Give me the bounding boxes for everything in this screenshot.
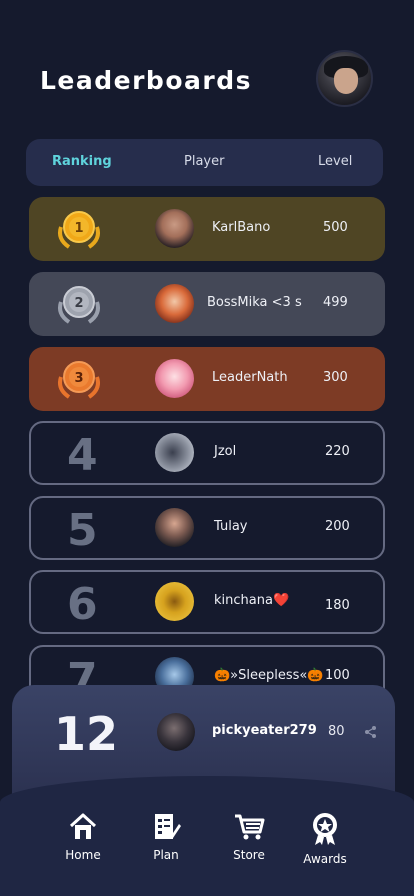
rank-number: 6 — [67, 579, 98, 630]
nav-label-awards: Awards — [303, 852, 347, 866]
profile-avatar[interactable] — [316, 50, 373, 107]
player-avatar — [155, 359, 194, 398]
level-column-header: Level — [318, 154, 353, 169]
player-level: 200 — [325, 519, 350, 534]
player-name: LeaderNath — [212, 370, 288, 385]
silver-medal-icon: 2 — [58, 286, 100, 324]
player-name: Jzol — [214, 444, 237, 459]
rank-number: 4 — [67, 430, 98, 481]
bronze-medal-icon: 3 — [58, 361, 100, 399]
nav-item-awards[interactable]: Awards — [290, 812, 360, 866]
award-icon — [313, 813, 337, 845]
nav-item-store[interactable]: Store — [214, 812, 284, 862]
page-title: Leaderboards — [40, 66, 252, 95]
player-name: Tulay — [214, 519, 248, 534]
leaderboard-row[interactable]: 5 Tulay 200 — [29, 496, 385, 560]
player-avatar — [155, 433, 194, 472]
player-avatar — [155, 508, 194, 547]
player-name: kinchana❤️ — [214, 593, 290, 608]
player-avatar — [155, 582, 194, 621]
leaderboard-row[interactable]: 3 LeaderNath 300 — [29, 347, 385, 411]
player-name: KarlBano — [212, 220, 271, 235]
player-level: 100 — [325, 668, 350, 683]
player-level: 220 — [325, 444, 350, 459]
table-header: Ranking Player Level — [26, 139, 383, 186]
home-icon — [69, 813, 97, 839]
my-level: 80 — [328, 724, 345, 739]
svg-text:2: 2 — [74, 296, 83, 311]
rank-number: 5 — [67, 505, 98, 556]
nav-label-store: Store — [233, 848, 265, 862]
nav-label-plan: Plan — [153, 848, 179, 862]
nav-item-home[interactable]: Home — [48, 812, 118, 862]
player-name: 🎃»Sleepless«🎃 — [214, 668, 324, 683]
my-avatar — [157, 713, 195, 751]
nav-item-plan[interactable]: Plan — [131, 812, 201, 862]
player-level: 300 — [323, 370, 348, 385]
leaderboard-row[interactable]: 1 KarlBano 500 — [29, 197, 385, 261]
cart-icon — [235, 814, 265, 840]
player-column-header: Player — [184, 154, 225, 169]
ranking-column-header[interactable]: Ranking — [52, 154, 112, 169]
nav-label-home: Home — [65, 848, 101, 862]
svg-text:1: 1 — [74, 221, 83, 236]
svg-text:3: 3 — [74, 371, 83, 386]
player-avatar — [155, 209, 194, 248]
player-level: 180 — [325, 598, 350, 613]
leaderboard-row[interactable]: 4 Jzol 220 — [29, 421, 385, 485]
leaderboard-row[interactable]: 6 kinchana❤️ 180 — [29, 570, 385, 634]
leaderboard-row[interactable]: 2 BossMika <3 s 499 — [29, 272, 385, 336]
gold-medal-icon: 1 — [58, 211, 100, 249]
player-level: 500 — [323, 220, 348, 235]
my-rank-number: 12 — [54, 707, 119, 761]
plan-icon — [155, 814, 181, 839]
player-avatar — [155, 284, 194, 323]
bottom-nav: Home Plan Store Awards — [0, 776, 414, 896]
player-name: BossMika <3 s — [207, 295, 302, 310]
share-icon[interactable] — [364, 725, 378, 739]
my-player-name: pickyeater279 — [212, 723, 317, 738]
player-level: 499 — [323, 295, 348, 310]
